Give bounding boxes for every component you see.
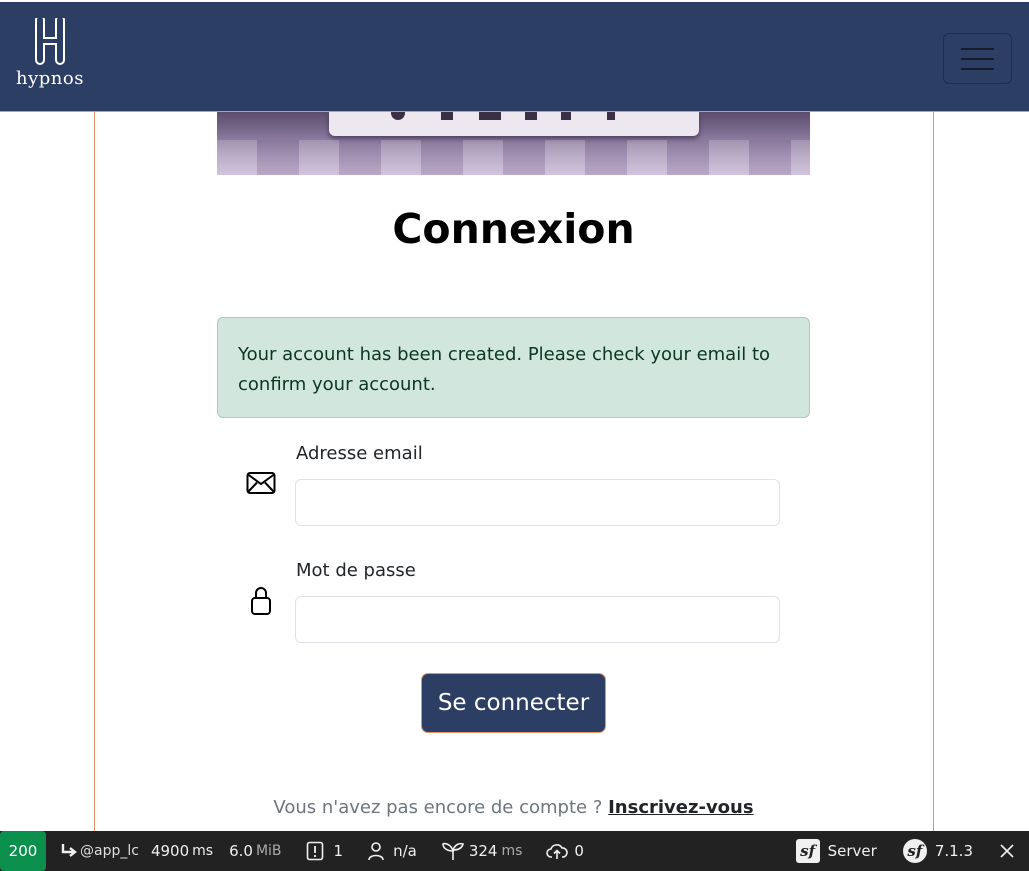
toolbar-server[interactable]: sf Server (784, 831, 889, 871)
signup-link[interactable]: Inscrivez-vous (608, 797, 753, 818)
page-title: Connexion (392, 205, 635, 253)
symfony-logo-icon: sf (902, 839, 927, 863)
password-field[interactable] (295, 596, 780, 643)
login-button[interactable]: Se connecter (421, 673, 606, 733)
toolbar-user[interactable]: n/a (355, 831, 429, 871)
navbar-toggle-button[interactable] (943, 33, 1012, 84)
hamburger-icon (961, 47, 994, 50)
toolbar-close-button[interactable] (985, 831, 1029, 871)
toolbar-ajax[interactable]: 0 (534, 831, 596, 871)
redirect-arrow-icon (61, 844, 77, 857)
envelope-icon (246, 472, 276, 494)
toolbar-logs[interactable]: 1 (294, 831, 356, 871)
signup-text: Vous n'avez pas encore de compte ? (273, 797, 603, 818)
password-label: Mot de passe (296, 560, 416, 581)
toolbar-version[interactable]: sf 7.1.3 (889, 831, 985, 871)
debug-toolbar: 200 @app_lc 4900 ms 6.0 MiB 1 n/a 324 ms… (0, 831, 1029, 871)
signup-prompt: Vous n'avez pas encore de compte ? Inscr… (217, 797, 810, 818)
success-alert: Your account has been created. Please ch… (217, 317, 810, 418)
logo-text: hypnos (16, 68, 84, 89)
close-icon (1000, 844, 1014, 858)
email-field[interactable] (295, 479, 780, 526)
hypnos-logo[interactable]: hypnos (12, 18, 88, 98)
toolbar-memory[interactable]: 6.0 MiB (225, 831, 293, 871)
logo-h-icon (35, 18, 65, 65)
symfony-logo-icon: sf (795, 839, 820, 863)
lock-icon (251, 587, 271, 615)
email-label: Adresse email (296, 443, 423, 464)
status-badge[interactable]: 200 (0, 831, 46, 871)
cloud-upload-icon (546, 844, 569, 859)
toolbar-time[interactable]: 4900 ms (151, 831, 225, 871)
user-icon (368, 842, 384, 861)
navbar: hypnos (0, 2, 1029, 112)
hero-image (217, 112, 810, 175)
sprout-icon (442, 842, 464, 860)
log-alert-icon (306, 841, 323, 861)
toolbar-route[interactable]: @app_lc (46, 831, 151, 871)
toolbar-init-time[interactable]: 324 ms (429, 831, 535, 871)
